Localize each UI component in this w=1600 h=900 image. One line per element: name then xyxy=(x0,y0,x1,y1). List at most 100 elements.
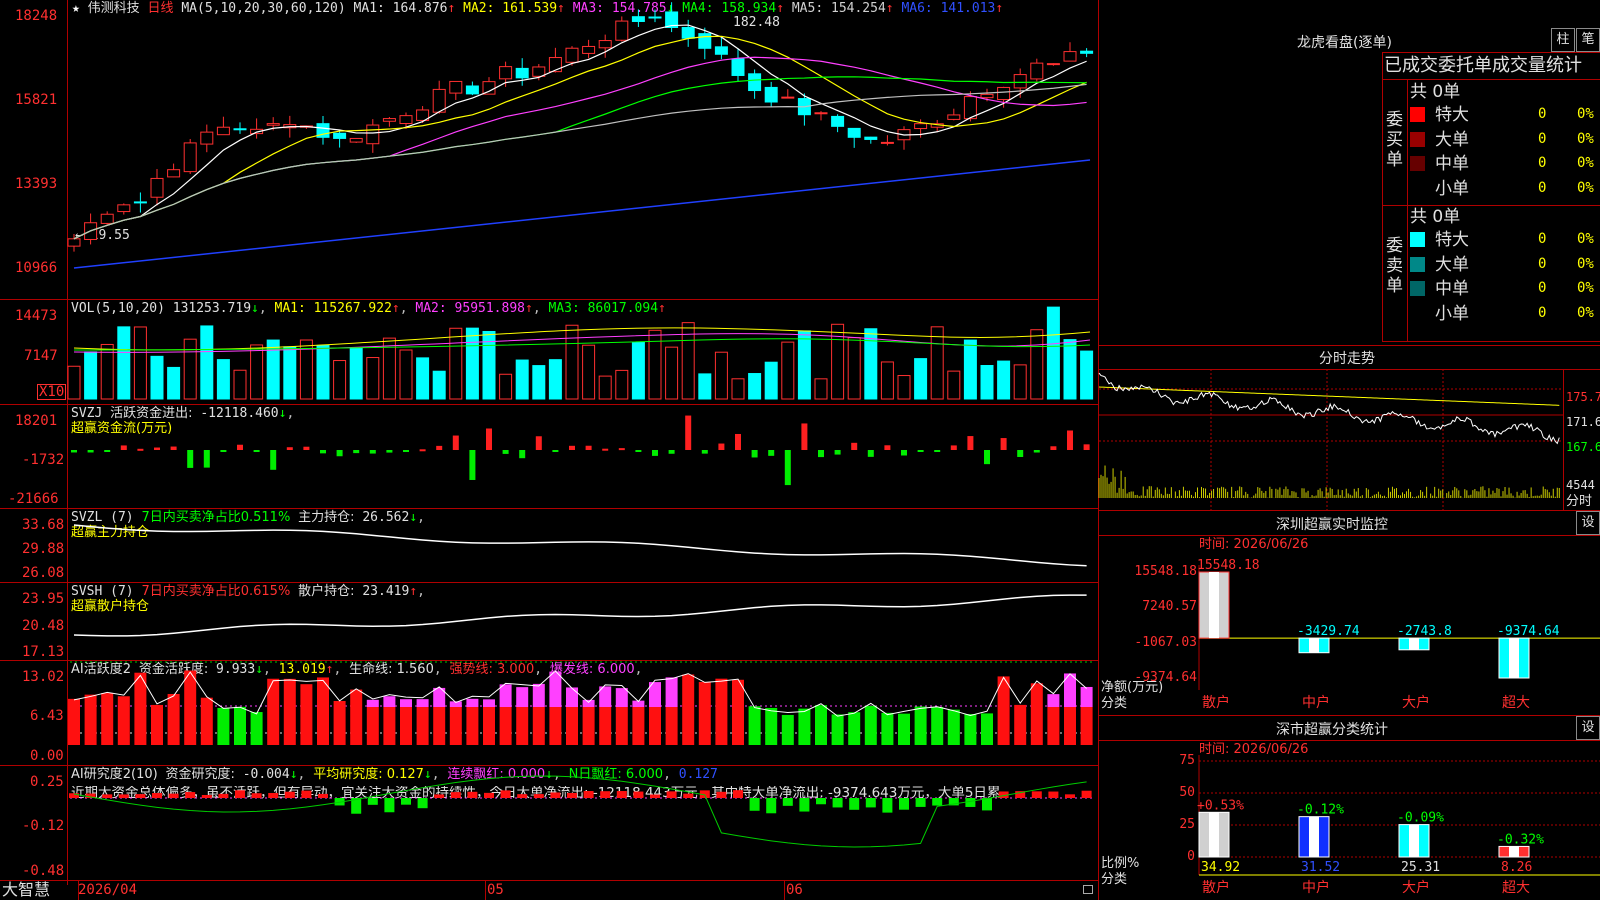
intraday-avg-line xyxy=(1098,386,1560,406)
volume-bar xyxy=(631,341,645,400)
intraday-panel[interactable]: 分时走势 175.7 171.6 167.6 4544 分时 xyxy=(1098,345,1600,510)
svzj-bars[interactable] xyxy=(0,405,1098,508)
svsh-panel[interactable]: SVSH (7) 7日内买卖净占比0.615% 散户持仓: 23.419↑, 超… xyxy=(0,583,1098,660)
ai-bar-top xyxy=(134,672,147,707)
monitor-value-label: 15548.18 xyxy=(1197,558,1260,573)
buy-color-swatch xyxy=(1410,156,1425,171)
buy-name: 大单 xyxy=(1435,129,1469,150)
volume-bar xyxy=(432,370,446,400)
class-change-label: -0.32% xyxy=(1497,832,1544,847)
research-bar xyxy=(118,794,129,798)
svzj-bar xyxy=(220,450,227,452)
class-bar-chart[interactable]: +0.53% 34.92 散户 -0.12% 31.52 中户 -0.09% 25.31 大户 -… xyxy=(1099,715,1600,900)
monitor-bar-highlight xyxy=(1409,638,1419,650)
sell-row[interactable]: 小单 0 0% xyxy=(1410,303,1600,325)
svzj-bar xyxy=(685,415,692,450)
class-bar-highlight xyxy=(1309,816,1319,857)
monitor-category-label: 超大 xyxy=(1502,695,1530,711)
volume-panel[interactable]: VOL(5,10,20) 131253.719↓, MA1: 115267.92… xyxy=(0,300,1098,404)
ai-research-panel[interactable]: AI研究度2(10) 资金研究度: -0.004↓, 平均研究度: 0.127↓… xyxy=(0,766,1098,880)
candle xyxy=(1063,51,1077,62)
svzj-bar xyxy=(320,450,326,454)
monitor-bar-highlight xyxy=(1509,638,1519,678)
svzj-bar xyxy=(1017,450,1024,457)
intraday-chart[interactable] xyxy=(1098,345,1600,510)
svzj-bar xyxy=(784,450,791,486)
lock-icon[interactable] xyxy=(1083,885,1093,894)
svzl-line[interactable] xyxy=(0,509,1098,582)
candle xyxy=(731,58,745,76)
ai-bar xyxy=(466,707,479,745)
ai-bar xyxy=(981,713,993,745)
monitor-bar-chart[interactable]: 15548.18 散户 -3429.74 中户 -2743.8 大户 -9374.64 超大 xyxy=(1099,510,1600,715)
ai-bar-top xyxy=(101,693,114,707)
sell-row[interactable]: 大单 0 0% xyxy=(1410,254,1600,276)
buy-total: 共 0单 xyxy=(1410,82,1461,102)
svzj-bar xyxy=(486,428,492,450)
sell-orders-label: 委卖单 xyxy=(1386,236,1403,296)
ai-bar xyxy=(400,707,412,745)
dragon-tabs[interactable]: 已成交委托单成交量统计 xyxy=(1384,55,1582,77)
svzj-bar xyxy=(701,450,708,454)
ai-bar xyxy=(1030,707,1043,745)
ai-bar xyxy=(317,707,329,745)
class-change-label: -0.12% xyxy=(1297,803,1344,818)
buy-row[interactable]: 特大 0 0% xyxy=(1410,104,1600,126)
volume-bar xyxy=(565,324,579,400)
ai-bar-top xyxy=(516,687,529,707)
dragon-title-sep xyxy=(1382,52,1600,53)
sz-class-panel[interactable]: 深市超赢分类统计 设 时间: 2026/06/26 比例% 分类 75 50 25 0… xyxy=(1099,715,1600,900)
svzl-panel[interactable]: SVZL (7) 7日内买卖净占比0.511% 主力持仓: 26.562↓, 超… xyxy=(0,509,1098,582)
buy-row[interactable]: 中单 0 0% xyxy=(1410,153,1600,175)
svzj-bar xyxy=(203,450,210,468)
volume-bar xyxy=(665,346,679,400)
ai-research-chart[interactable] xyxy=(0,766,1098,880)
kline-chart[interactable] xyxy=(0,0,1098,299)
svzj-bar xyxy=(369,450,376,454)
bar-toggle-button[interactable]: 柱 xyxy=(1551,28,1575,52)
volume-bar xyxy=(781,341,795,400)
class-change-label: +0.53% xyxy=(1197,798,1244,813)
research-bar xyxy=(849,798,860,810)
ai-bar xyxy=(632,707,645,745)
class-value-label: 34.92 xyxy=(1201,860,1240,875)
sz-monitor-panel[interactable]: 深圳超赢实时监控 设 时间: 2026/06/26 净额(万元) 分类 1554… xyxy=(1099,510,1600,715)
ai-active-bars[interactable] xyxy=(0,661,1098,765)
ai-bar xyxy=(566,707,578,745)
volume-bar xyxy=(233,369,247,400)
svzj-bar xyxy=(286,447,293,450)
class-category-label: 大户 xyxy=(1402,879,1430,896)
ai-bar xyxy=(698,707,711,745)
svzj-bar xyxy=(585,445,592,450)
sell-row[interactable]: 中单 0 0% xyxy=(1410,278,1600,300)
volume-bar xyxy=(316,344,330,400)
ai-bar xyxy=(649,707,661,745)
candle xyxy=(449,80,463,94)
volume-bar xyxy=(963,339,977,400)
research-bar xyxy=(616,791,627,798)
research-bar xyxy=(434,794,445,798)
svsh-line[interactable] xyxy=(0,583,1098,660)
svzj-bar xyxy=(934,450,941,452)
volume-bars[interactable] xyxy=(0,300,1098,404)
research-bar xyxy=(318,793,328,798)
sell-pct: 0% xyxy=(1577,304,1594,321)
main-kline-panel[interactable]: ★ 伟测科技 日线 MA(5,10,20,30,60,120) MA1: 164… xyxy=(0,0,1098,299)
ai-bar-top xyxy=(1014,704,1027,707)
pen-toggle-button[interactable]: 笔 xyxy=(1576,28,1600,52)
ai-active-panel[interactable]: AI活跃度2 资金活跃度: 9.933↓, 13.019↑, 生命线: 1.56… xyxy=(0,661,1098,765)
buy-row[interactable]: 大单 0 0% xyxy=(1410,129,1600,151)
svzj-bar xyxy=(834,450,841,455)
ai-bar-top xyxy=(715,678,728,707)
monitor-bar-highlight xyxy=(1209,572,1219,639)
volume-bar xyxy=(200,325,214,400)
svzj-panel[interactable]: SVZJ 活跃资金进出: -12118.460↓, 超赢资金流(万元) 1820… xyxy=(0,405,1098,508)
sell-pct: 0% xyxy=(1577,231,1594,247)
ai-bar xyxy=(848,712,861,745)
candle xyxy=(382,118,396,122)
ai-bar xyxy=(831,714,844,745)
sell-row[interactable]: 特大 0 0% xyxy=(1410,229,1600,251)
buy-row[interactable]: 小单 0 0% xyxy=(1410,178,1600,200)
candle xyxy=(764,86,778,103)
dragon-tiger-panel[interactable]: 龙虎看盘(逐单) 柱 笔 已成交委托单成交量统计 委买单 委卖单 共 0单 共 … xyxy=(1099,0,1600,345)
